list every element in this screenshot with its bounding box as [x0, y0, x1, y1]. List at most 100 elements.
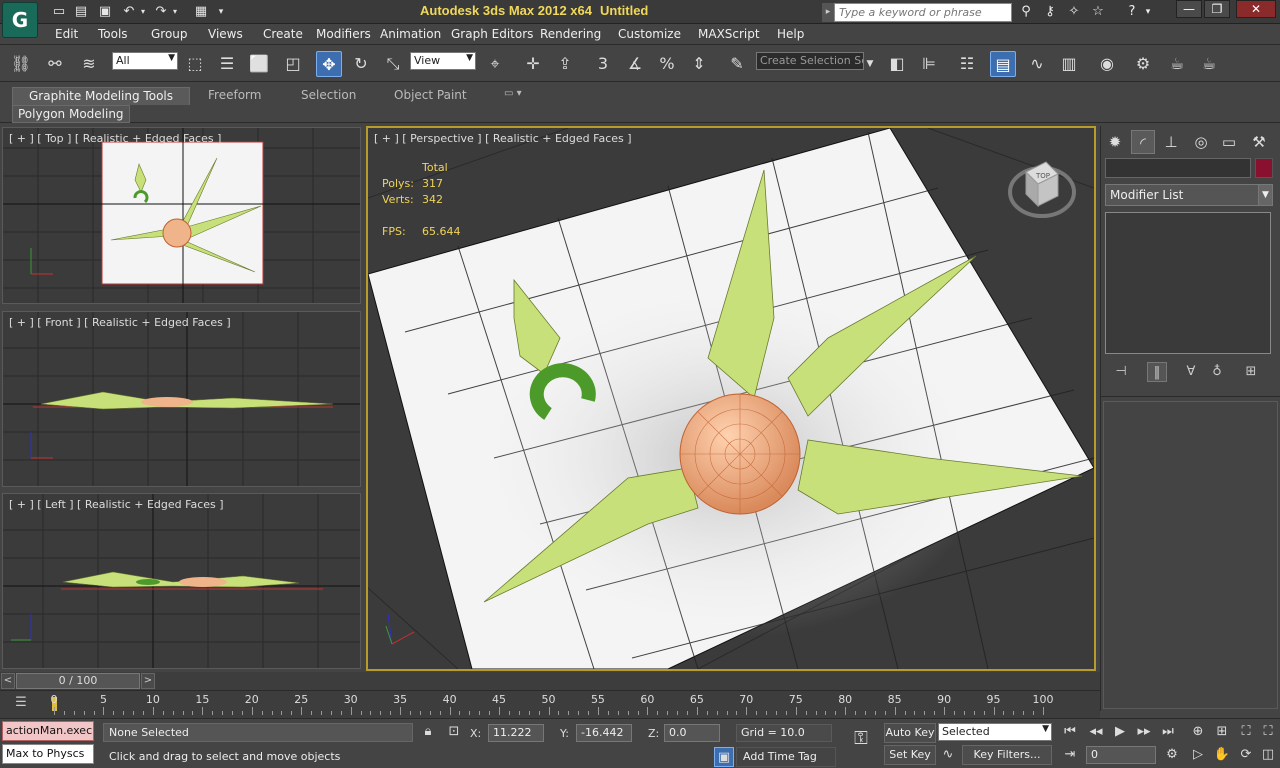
- chevron-down-icon[interactable]: ▼: [864, 51, 876, 77]
- app-logo-icon[interactable]: G: [2, 2, 38, 38]
- minimize-button[interactable]: —: [1176, 0, 1202, 18]
- edit-named-selection-icon[interactable]: ✎: [724, 51, 750, 77]
- zoom-icon[interactable]: ⊕: [1188, 722, 1208, 742]
- selection-lock-icon[interactable]: 🔒︎: [418, 722, 438, 742]
- previous-frame-icon[interactable]: ◂◂: [1086, 722, 1106, 742]
- key-filters-button[interactable]: Key Filters...: [962, 745, 1052, 765]
- utilities-tab-icon[interactable]: ⚒: [1247, 130, 1271, 154]
- named-selection-sets-field[interactable]: Create Selection Se: [756, 52, 864, 70]
- go-to-start-icon[interactable]: ⏮: [1060, 722, 1080, 742]
- time-slider-next-button[interactable]: >: [141, 673, 155, 689]
- pan-view-icon[interactable]: ✋: [1212, 745, 1232, 765]
- viewcube[interactable]: TOP: [1008, 161, 1076, 218]
- tab-object-paint[interactable]: Object Paint: [386, 87, 475, 105]
- render-production-icon[interactable]: ☕: [1196, 51, 1222, 77]
- angle-snap-icon[interactable]: ∡: [622, 51, 648, 77]
- orbit-icon[interactable]: ⟳: [1236, 745, 1256, 765]
- bind-space-warp-icon[interactable]: ≋: [76, 51, 102, 77]
- polygon-modeling-panel[interactable]: Polygon Modeling: [12, 105, 130, 123]
- menu-animation[interactable]: Animation: [380, 27, 441, 41]
- save-file-icon[interactable]: ▣: [96, 3, 114, 21]
- menu-graph-editors[interactable]: Graph Editors: [451, 27, 533, 41]
- percent-snap-icon[interactable]: %: [654, 51, 680, 77]
- key-mode-dropdown[interactable]: Selected ▼: [938, 723, 1052, 741]
- undo-icon[interactable]: ↶: [120, 3, 138, 21]
- menu-tools[interactable]: Tools: [98, 27, 128, 41]
- time-tag-icon[interactable]: ▣: [714, 747, 734, 767]
- viewport-top-label[interactable]: [ + ] [ Top ] [ Realistic + Edged Faces …: [9, 132, 221, 145]
- menu-create[interactable]: Create: [263, 27, 303, 41]
- menu-edit[interactable]: Edit: [55, 27, 78, 41]
- hierarchy-tab-icon[interactable]: ⊥: [1159, 130, 1183, 154]
- redo-icon[interactable]: ↷: [152, 3, 170, 21]
- select-manipulate-icon[interactable]: ✛: [520, 51, 546, 77]
- configure-modifier-sets-icon[interactable]: ⊞: [1241, 362, 1261, 382]
- default-in-out-tangents-icon[interactable]: ∿: [938, 745, 958, 765]
- rectangular-selection-icon[interactable]: ⬜: [246, 51, 272, 77]
- menu-modifiers[interactable]: Modifiers: [316, 27, 371, 41]
- create-tab-icon[interactable]: ✹: [1103, 130, 1127, 154]
- zoom-extents-icon[interactable]: ⛶: [1236, 722, 1256, 742]
- help-icon[interactable]: ?: [1122, 3, 1142, 21]
- next-frame-icon[interactable]: ▸▸: [1134, 722, 1154, 742]
- search-input[interactable]: [834, 3, 1012, 22]
- track-bar[interactable]: ☰ 0 5 10 15 20 25 30 35 40 45 50 55 60 65 70 75 80 85 90 95…: [0, 690, 1100, 718]
- object-color-swatch[interactable]: [1255, 158, 1273, 178]
- maxscript-listener-output[interactable]: actionMan.execu: [2, 721, 94, 741]
- mirror-icon[interactable]: ◧: [884, 51, 910, 77]
- undo-dropdown-icon[interactable]: ▾: [138, 3, 148, 21]
- key-mode-toggle-icon[interactable]: ⇥: [1060, 745, 1080, 765]
- pin-stack-icon[interactable]: ⊣: [1111, 362, 1131, 382]
- viewport-left[interactable]: [ + ] [ Left ] [ Realistic + Edged Faces…: [2, 493, 361, 669]
- material-editor-icon[interactable]: ◉: [1094, 51, 1120, 77]
- viewport-top[interactable]: [ + ] [ Top ] [ Realistic + Edged Faces …: [2, 127, 361, 304]
- redo-dropdown-icon[interactable]: ▾: [170, 3, 180, 21]
- subscription-icon[interactable]: ⚷: [1040, 3, 1060, 21]
- modifier-list-dropdown[interactable]: Modifier List ▼: [1105, 184, 1273, 206]
- auto-key-button[interactable]: Auto Key: [884, 723, 936, 743]
- ribbon-options-icon[interactable]: ▭ ▾: [496, 87, 530, 105]
- search-expand-icon[interactable]: ▸: [822, 3, 834, 22]
- motion-tab-icon[interactable]: ◎: [1189, 130, 1213, 154]
- viewport-front[interactable]: [ + ] [ Front ] [ Realistic + Edged Face…: [2, 311, 361, 487]
- favorites-star-icon[interactable]: ☆: [1088, 3, 1108, 21]
- pivot-center-icon[interactable]: ⌖: [482, 51, 508, 77]
- viewport-left-label[interactable]: [ + ] [ Left ] [ Realistic + Edged Faces…: [9, 498, 224, 511]
- modifier-stack[interactable]: [1105, 212, 1271, 354]
- rendered-frame-window-icon[interactable]: ☕: [1164, 51, 1190, 77]
- project-folder-icon[interactable]: ▦: [192, 3, 210, 21]
- time-slider-prev-button[interactable]: <: [1, 673, 15, 689]
- render-setup-icon[interactable]: ⚙: [1130, 51, 1156, 77]
- viewport-front-label[interactable]: [ + ] [ Front ] [ Realistic + Edged Face…: [9, 316, 231, 329]
- close-button[interactable]: ✕: [1236, 0, 1276, 18]
- maximize-button[interactable]: ❐: [1204, 0, 1230, 18]
- current-frame-field[interactable]: 0: [1086, 746, 1156, 764]
- menu-maxscript[interactable]: MAXScript: [698, 27, 760, 41]
- make-unique-icon[interactable]: ∀: [1181, 362, 1201, 382]
- maxscript-listener-input[interactable]: Max to Physcs: [2, 744, 94, 764]
- window-crossing-icon[interactable]: ◰: [280, 51, 306, 77]
- tab-selection[interactable]: Selection: [293, 87, 364, 105]
- curve-editor-icon[interactable]: ∿: [1024, 51, 1050, 77]
- field-of-view-icon[interactable]: ▷: [1188, 745, 1208, 765]
- object-name-field[interactable]: [1105, 158, 1251, 178]
- menu-group[interactable]: Group: [151, 27, 188, 41]
- play-icon[interactable]: ▶: [1110, 722, 1130, 742]
- menu-rendering[interactable]: Rendering: [540, 27, 601, 41]
- maximize-viewport-icon[interactable]: ◫: [1258, 745, 1278, 765]
- select-by-name-icon[interactable]: ☰: [214, 51, 240, 77]
- quick-access-dropdown-icon[interactable]: ▾: [214, 3, 228, 21]
- help-dropdown-icon[interactable]: ▾: [1142, 3, 1154, 21]
- menu-views[interactable]: Views: [208, 27, 243, 41]
- selection-filter-dropdown[interactable]: All ▼: [112, 52, 178, 70]
- align-icon[interactable]: ⊫: [916, 51, 942, 77]
- link-icon[interactable]: ⛓: [8, 51, 34, 77]
- viewport-perspective-label[interactable]: [ + ] [ Perspective ] [ Realistic + Edge…: [374, 132, 632, 145]
- set-key-mode-key-icon[interactable]: ⚿: [846, 729, 876, 755]
- unlink-icon[interactable]: ⚯: [42, 51, 68, 77]
- snaps-toggle-icon[interactable]: 3: [590, 51, 616, 77]
- zoom-all-icon[interactable]: ⊞: [1212, 722, 1232, 742]
- y-coord-field[interactable]: -16.442: [576, 724, 632, 742]
- menu-customize[interactable]: Customize: [618, 27, 681, 41]
- graphite-toggle-icon[interactable]: ▤: [990, 51, 1016, 77]
